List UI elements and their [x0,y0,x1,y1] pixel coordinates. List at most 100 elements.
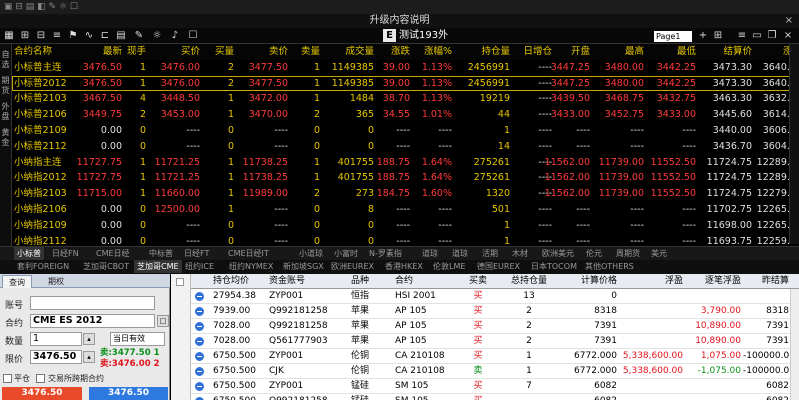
close-position-icon[interactable] [195,322,204,331]
position-header-cell[interactable]: 计算价格 [557,274,617,289]
sidebar-item-foreign[interactable]: 外盘 [0,102,11,122]
exchange-tab[interactable]: 新加坡SGX [280,260,327,273]
quote-row[interactable]: 小标普2106 3449.75 2 3453.00 1 3470.00 2 365 34.55 1… [12,107,799,123]
quote-row[interactable]: 小标普主连 3476.50 1 3476.00 2 3477.50 1 1149385 39.0… [12,60,799,76]
quote-header-cell[interactable]: 最高 [592,44,644,60]
position-header-cell[interactable]: 昨结算 [743,274,789,289]
position-header-cell[interactable]: 持仓均价 [213,274,265,289]
quote-header-cell[interactable]: 涨幅% [412,44,452,60]
quote-row[interactable]: 小标普2109 0.00 0 ---- 0 ---- 0 0 ---- ---- 1 ---- ----… [12,123,799,139]
exchange-tab[interactable]: 纽约ICE [182,260,217,273]
position-row[interactable]: 7028.00 Q992181258 苹果 AP 105 买 2 7391 10,890.00… [191,319,799,334]
quote-header-cell[interactable]: 最新 [74,44,122,60]
contract-tab[interactable]: 中标普 [146,247,176,260]
position-header-cell[interactable]: 品种 [351,274,391,289]
contract-tab[interactable]: 美元 [648,247,670,260]
quote-row[interactable]: 小标普2103 3467.50 4 3448.50 1 3472.00 1 1484 38.70… [12,91,799,107]
window-menu-icons[interactable]: ▣ ⊟ ▤ ◧ ✎ ☼ ☐ [4,0,78,14]
quote-header-cell[interactable]: 现手 [124,44,146,60]
qty-field[interactable]: 1 [30,332,82,346]
exchange-tab[interactable]: 香港HKEX [382,260,426,273]
quote-header-cell[interactable]: 成交量 [322,44,374,60]
position-header-cell[interactable]: 买卖 [457,274,499,289]
quote-header-cell[interactable]: 合约名称 [14,44,72,60]
cross-period-checkbox[interactable] [36,374,45,383]
exchange-tab[interactable]: 芝加哥CBOT [80,260,132,273]
buy-price-hint[interactable]: 卖:3476.00 2 [100,357,160,369]
quote-row[interactable]: 小纳指2109 0.00 0 ---- 0 ---- 0 0 ---- ---- 1 ---- ----… [12,218,799,234]
sell-button[interactable]: 3476.50 [89,387,168,400]
quote-header-cell[interactable]: 持仓量 [455,44,510,60]
quote-row[interactable]: 小纳指2012 11727.75 1 11721.25 1 11738.25 1 401755… [12,170,799,186]
list-icon[interactable]: ≡ [50,29,64,43]
price-stepper[interactable]: ▴ [83,351,95,363]
position-row[interactable]: 7939.00 Q992181258 苹果 AP 105 买 2 8318 3,790.00 8… [191,304,799,319]
minimize-icon[interactable]: ▭ [750,29,764,43]
close-position-icon[interactable] [195,382,204,391]
position-row[interactable]: 7028.00 Q561777903 苹果 AP 105 买 2 7391 10,890.00… [191,334,799,349]
brightness-icon[interactable]: ☼ [150,29,164,43]
close-icon[interactable]: × [785,14,793,28]
sidebar-item-gold[interactable]: 黄金 [0,128,11,148]
restore-icon[interactable]: ❐ [765,29,779,43]
qty-stepper[interactable]: ▴ [83,333,95,345]
split-view-icon[interactable]: ⊟ [34,29,48,43]
price-field[interactable]: 3476.50 [30,350,82,364]
quote-row[interactable]: 小纳指2103 11715.00 1 11660.00 1 11989.00 2 273 184… [12,186,799,202]
contract-field[interactable]: CME ES 2012 [30,314,155,328]
contract-tab[interactable]: 日经FN [49,247,82,260]
contract-tab[interactable]: 小标普 [14,247,44,260]
quote-header-cell[interactable]: 开盘 [542,44,590,60]
close-position-icon[interactable] [195,352,204,361]
exchange-tab[interactable]: 芝加哥CME [134,260,182,273]
quote-header-cell[interactable]: 买价 [148,44,200,60]
quote-scrollbar[interactable] [789,44,799,244]
contract-tab[interactable]: 小富时 [331,247,361,260]
tab-options[interactable]: 期权 [42,275,70,288]
contract-tab[interactable]: 周期货 [613,247,643,260]
position-header-cell[interactable]: 总持仓量 [501,274,557,289]
chart-icon[interactable]: ∿ [82,29,96,43]
close-position-icon[interactable] [195,337,204,346]
position-row[interactable]: 6750.500 ZYP001 锰硅 SM 105 买 7 6082 6082 [191,379,799,394]
close-position-icon[interactable] [195,307,204,316]
pencil-icon[interactable]: ✎ [132,29,146,43]
quote-row[interactable]: 小标普2112 0.00 0 ---- 0 ---- 0 0 ---- ---- 14 ---- ---… [12,139,799,155]
contract-tab[interactable]: N-罗素指 [366,247,405,260]
page-select[interactable]: Page1 [654,31,692,42]
position-row[interactable]: 6750.500 ZYP001 伦铜 CA 210108 买 1 6772.000 5,338… [191,349,799,364]
close-position-checkbox[interactable] [3,374,12,383]
contract-tab[interactable]: 道琼 [419,247,441,260]
exchange-tab[interactable]: 其他OTHERS [582,260,637,273]
select-all-checkbox[interactable] [176,278,184,286]
exchange-tab[interactable]: 德国EUREX [474,260,523,273]
close-position-icon[interactable] [195,367,204,376]
quote-row[interactable]: 小纳指2106 0.00 0 12500.00 1 ---- 0 8 ---- ---- 501 --… [12,202,799,218]
quote-header-cell[interactable]: 卖价 [236,44,288,60]
position-header-cell[interactable]: 逐笔浮盈 [685,274,741,289]
contract-tab[interactable]: 木材 [509,247,531,260]
quote-row[interactable]: 小纳指主连 11727.75 1 11721.25 1 11738.25 1 401755 18… [12,155,799,171]
validity-select[interactable]: 当日有效 [110,332,165,346]
account-select[interactable] [30,296,155,310]
contract-tab[interactable]: 小道琼 [296,247,326,260]
contract-tab[interactable]: 欧洲美元 [539,247,577,260]
upgrade-banner[interactable]: 升级内容说明 × [0,14,799,28]
quote-header-cell[interactable]: 最低 [646,44,696,60]
quote-header-cell[interactable]: 买量 [202,44,234,60]
layout-icon[interactable]: ⊞ [711,29,725,43]
quote-row[interactable]: 小标普2012 3476.50 1 3476.00 2 3477.50 1 1149385 39… [12,75,799,92]
buy-button[interactable]: 3476.50 [2,387,82,400]
contract-tab[interactable]: CME日经IT [225,247,272,260]
quote-header-cell[interactable]: 结算价 [700,44,752,60]
sidebar-item-favorites[interactable]: 自选 [0,50,11,70]
quote-header-cell[interactable]: 涨跌 [370,44,410,60]
workspace-label[interactable]: E 测试193外 [383,29,448,43]
window-close-icon[interactable]: × [781,29,795,43]
menu-icon[interactable]: ≡ [735,29,749,43]
position-header-cell[interactable]: 浮盈 [617,274,683,289]
calculator-icon[interactable]: ▦ [2,29,16,43]
contract-tab[interactable]: 活期 [479,247,501,260]
quote-header-cell[interactable]: 卖量 [290,44,320,60]
sidebar-item-futures[interactable]: 期货 [0,76,11,96]
